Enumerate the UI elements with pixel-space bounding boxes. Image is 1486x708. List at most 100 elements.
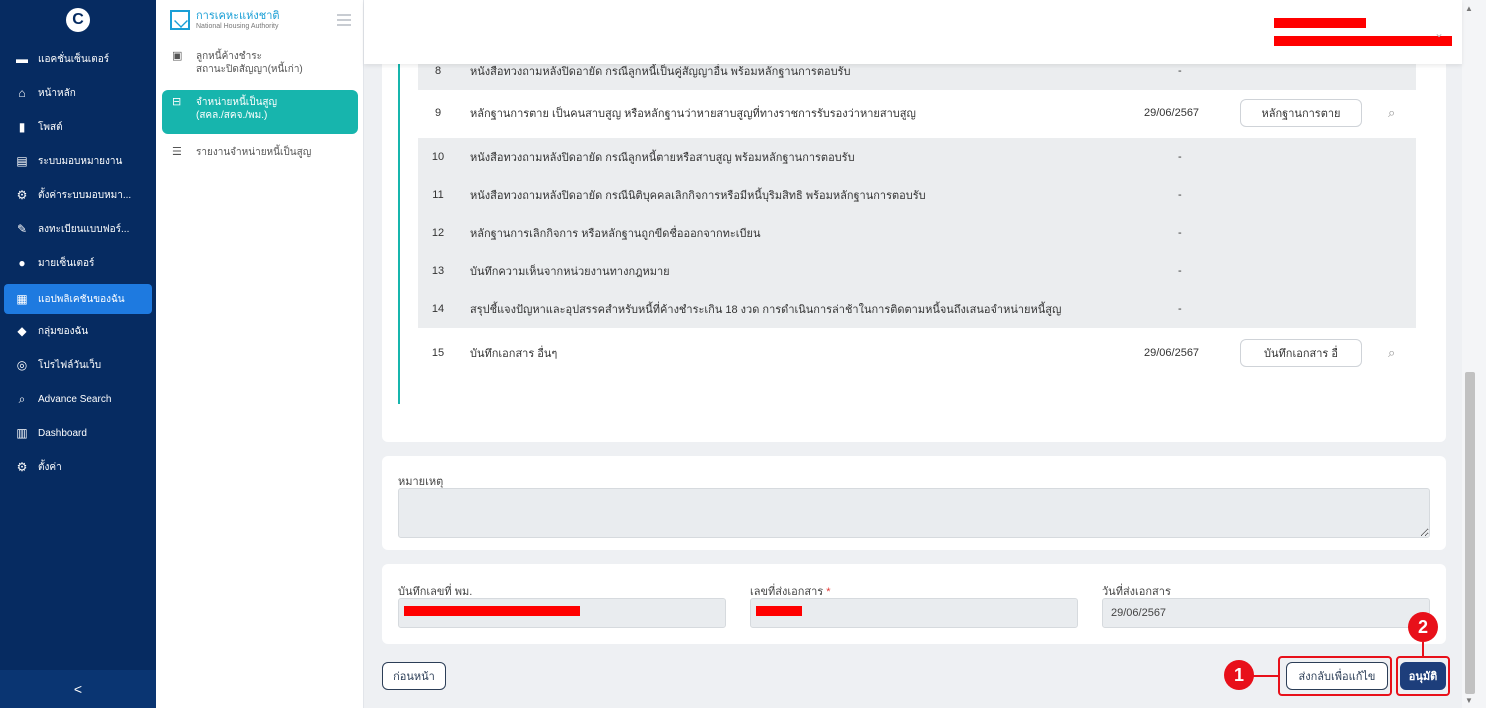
chevron-down-icon[interactable]: ⌄	[1434, 26, 1444, 40]
sidebar-item-label: ระบบมอบหมายงาน	[38, 155, 123, 167]
org-header: การเคหะแห่งชาติ National Housing Authori…	[156, 0, 363, 40]
app-logo-icon: C	[66, 8, 90, 32]
scroll-down-arrow-icon[interactable]: ▼	[1465, 696, 1473, 705]
callout-badge-2: 2	[1408, 612, 1438, 642]
document-value: -	[1178, 151, 1182, 163]
sidebar-item-label: Dashboard	[38, 427, 87, 439]
row-number: 9	[434, 107, 442, 119]
sidebar-item-label: แอปพลิเคชันของฉัน	[38, 293, 125, 305]
sidebar-item-label: ตั้งค่าระบบมอบหมา...	[38, 189, 132, 201]
sidebar-item-post[interactable]: ▮ โพสต์	[4, 112, 152, 142]
submenu-item-label: จำหน่ายหนี้เป็นสูญ (สคล./สคจ./พม.)	[196, 97, 278, 121]
sidebar-item-apps[interactable]: ▦ แอปพลิเคชันของฉัน	[4, 284, 152, 314]
row-number: 13	[431, 265, 445, 277]
document-description: หลักฐานการตาย เป็นคนสาบสูญ หรือหลักฐานว่…	[470, 108, 916, 120]
sidebar-item-settings[interactable]: ⚙ ตั้งค่า	[4, 452, 152, 482]
document-icon: ▤	[16, 154, 28, 168]
app-logo[interactable]: C	[0, 0, 156, 40]
callout-badge-1: 1	[1224, 660, 1254, 690]
document-description: บันทึกความเห็นจากหน่วยงานทางกฎหมาย	[470, 266, 670, 278]
document-value: -	[1178, 303, 1182, 315]
scroll-up-arrow-icon[interactable]: ▲	[1465, 4, 1473, 13]
submenu-item-write-off-report[interactable]: ☰ รายงานจำหน่ายหนี้เป็นสูญ	[162, 140, 358, 165]
redacted-send-no	[756, 606, 802, 616]
sidebar-item-group[interactable]: ◆ กลุ่มของฉัน	[4, 316, 152, 346]
document-file-button[interactable]: บันทึกเอกสาร อื่	[1240, 339, 1362, 367]
redacted-user-info	[1274, 36, 1452, 46]
document-description: หนังสือทวงถามหลังปิดอายัด กรณีลูกหนี้เป็…	[470, 66, 851, 78]
row-number: 10	[431, 151, 445, 163]
row-number: 11	[432, 189, 444, 201]
sidebar-item-profile[interactable]: ◎ โปรไฟล์วันเว็บ	[4, 350, 152, 380]
top-header: ⌄	[364, 0, 1462, 64]
sidebar-item-document[interactable]: ▤ ระบบมอบหมายงาน	[4, 146, 152, 176]
document-description: บันทึกเอกสาร อื่นๆ	[470, 348, 558, 360]
submenu-overdue-debtors-icon: ▣	[172, 50, 183, 62]
home-icon: ⌂	[18, 86, 26, 100]
send-date-field[interactable]: 29/06/2567	[1102, 598, 1430, 628]
remark-textarea[interactable]	[398, 488, 1430, 538]
document-row: 9 หลักฐานการตาย เป็นคนสาบสูญ หรือหลักฐานว…	[418, 94, 1416, 132]
document-description: หนังสือทวงถามหลังปิดอายัด กรณีนิติบุคคลเ…	[470, 190, 926, 202]
submenu-item-overdue-debtors[interactable]: ▣ ลูกหนี้ค้างชำระ สถานะปิดสัญญา(หนี้เก่า)	[162, 44, 358, 82]
document-date: 29/06/2567	[1144, 107, 1200, 119]
submenu-item-write-off-bad-debt[interactable]: ⊟ จำหน่ายหนี้เป็นสูญ (สคล./สคจ./พม.)	[162, 90, 358, 134]
document-value: -	[1178, 65, 1182, 77]
form-edit-icon: ✎	[16, 222, 28, 236]
sidebar-item-user[interactable]: ● มายเซ็นเตอร์	[4, 248, 152, 278]
scroll-thumb[interactable]	[1465, 372, 1475, 694]
group-icon: ◆	[17, 324, 27, 338]
sidebar-item-search[interactable]: ⌕ Advance Search	[4, 384, 152, 414]
sidebar-item-inbox[interactable]: ▬ แอคชั่นเซ็นเตอร์	[4, 44, 152, 74]
row-number: 14	[431, 303, 445, 315]
accent-line	[398, 60, 400, 404]
apps-icon: ▦	[16, 292, 28, 306]
hamburger-menu-icon[interactable]	[337, 14, 351, 29]
view-document-search-icon[interactable]: ⌕	[1388, 105, 1395, 121]
document-date: 29/06/2567	[1144, 347, 1200, 359]
view-document-search-icon[interactable]: ⌕	[1388, 345, 1395, 361]
sidebar-item-label: ลงทะเบียนแบบฟอร์...	[38, 223, 130, 235]
page-scrollbar[interactable]: ▲ ▼	[1462, 0, 1486, 708]
callout-pointer-2	[1422, 642, 1424, 656]
document-row: 14 สรุปชี้แจงปัญหาและอุปสรรคสำหรับหนี้ที่…	[418, 290, 1416, 328]
chart-icon: ▥	[16, 426, 28, 440]
return-for-edit-button[interactable]: ส่งกลับเพื่อแก้ไข	[1286, 662, 1388, 690]
sidebar-item-label: แอคชั่นเซ็นเตอร์	[38, 53, 110, 65]
main-sidebar: C ▬ แอคชั่นเซ็นเตอร์ ⌂ หน้าหลัก ▮ โพสต์ ▤ ระบบม…	[0, 0, 156, 708]
row-number: 8	[434, 65, 442, 77]
approve-button[interactable]: อนุมัติ	[1400, 662, 1446, 690]
document-row: 15 บันทึกเอกสาร อื่นๆ 29/06/2567 บันทึกเอกส…	[418, 334, 1416, 372]
post-icon: ▮	[18, 120, 26, 134]
sidebar-item-label: ตั้งค่า	[38, 461, 62, 473]
document-file-button[interactable]: หลักฐานการตาย	[1240, 99, 1362, 127]
submenu-write-off-report-icon: ☰	[172, 146, 182, 158]
sidebar-item-form-edit[interactable]: ✎ ลงทะเบียนแบบฟอร์...	[4, 214, 152, 244]
document-value: -	[1178, 227, 1182, 239]
sidebar-item-label: กลุ่มของฉัน	[38, 325, 89, 337]
sidebar-item-chart[interactable]: ▥ Dashboard	[4, 418, 152, 448]
document-description: สรุปชี้แจงปัญหาและอุปสรรคสำหรับหนี้ที่ค้…	[470, 304, 1062, 316]
submenu-item-label: ลูกหนี้ค้างชำระ สถานะปิดสัญญา(หนี้เก่า)	[196, 51, 303, 75]
document-row: 12 หลักฐานการเลิกกิจการ หรือหลักฐานถูกขีด…	[418, 214, 1416, 252]
document-row: 10 หนังสือทวงถามหลังปิดอายัด กรณีลูกหนี้ต…	[418, 138, 1416, 176]
sidebar-item-label: โปรไฟล์วันเว็บ	[38, 359, 102, 371]
document-row: 13 บันทึกความเห็นจากหน่วยงานทางกฎหมาย -	[418, 252, 1416, 290]
sidebar-item-home[interactable]: ⌂ หน้าหลัก	[4, 78, 152, 108]
sidebar-item-label: หน้าหลัก	[38, 87, 76, 99]
required-mark: *	[826, 586, 831, 598]
sidebar-item-label: มายเซ็นเตอร์	[38, 257, 95, 269]
sidebar-item-label: โพสต์	[38, 121, 63, 133]
document-description: หลักฐานการเลิกกิจการ หรือหลักฐานถูกขีดชื…	[470, 228, 761, 240]
back-button[interactable]: ก่อนหน้า	[382, 662, 446, 690]
callout-pointer-1	[1252, 675, 1278, 677]
redacted-user-name	[1274, 18, 1366, 28]
settings-icon: ⚙	[16, 460, 28, 474]
app-submenu-panel: การเคหะแห่งชาติ National Housing Authori…	[156, 0, 364, 708]
collapse-sidebar-button[interactable]: <	[0, 670, 156, 708]
document-description: หนังสือทวงถามหลังปิดอายัด กรณีลูกหนี้ตาย…	[470, 152, 855, 164]
nha-logo-icon	[170, 10, 190, 30]
document-value: -	[1178, 265, 1182, 277]
row-number: 15	[431, 347, 445, 359]
sidebar-item-gear[interactable]: ⚙ ตั้งค่าระบบมอบหมา...	[4, 180, 152, 210]
